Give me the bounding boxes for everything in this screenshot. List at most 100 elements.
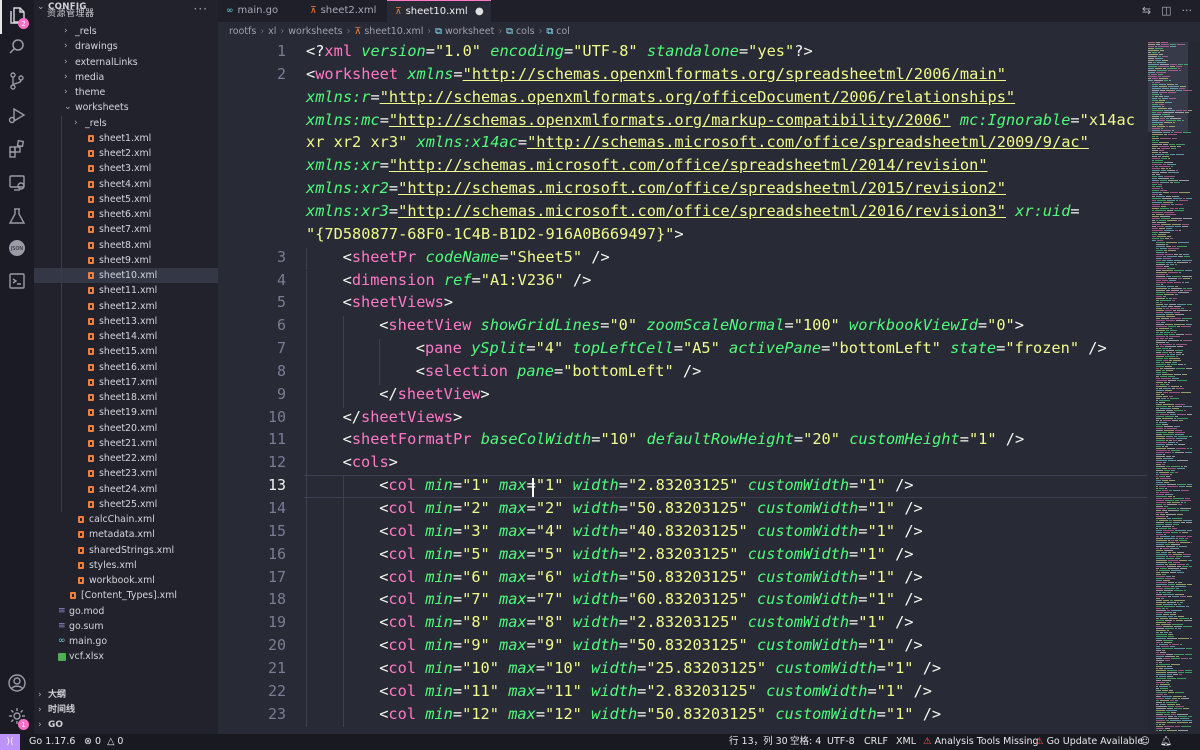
folder-item[interactable]: › drawings bbox=[34, 39, 218, 54]
xml-string-token: "1" bbox=[885, 704, 914, 723]
activity-search-icon[interactable] bbox=[0, 32, 34, 66]
activity-terminal-icon[interactable] bbox=[0, 266, 34, 300]
code-editor[interactable]: 1 <?xml version="1.0" encoding="UTF-8" st… bbox=[218, 42, 1148, 734]
tab-main-go[interactable]: ∞ main.go bbox=[218, 0, 302, 22]
feedback-icon[interactable]: ☺ bbox=[1140, 734, 1150, 750]
minimap[interactable] bbox=[1148, 42, 1200, 734]
minimap-line bbox=[1162, 724, 1165, 725]
folder-item[interactable]: › _rels bbox=[34, 24, 218, 39]
xml-string-token: "10" bbox=[545, 658, 582, 677]
folder-item[interactable]: › externalLinks bbox=[34, 55, 218, 70]
minimap-line bbox=[1173, 554, 1182, 555]
xml-string-token[interactable]: "http://schemas.openxmlformats.org/sprea… bbox=[463, 65, 1006, 83]
xml-punctuation-token bbox=[490, 590, 499, 608]
xml-punctuation-token bbox=[563, 636, 572, 654]
xml-string-token[interactable]: "http://schemas.microsoft.com/office/spr… bbox=[398, 179, 1006, 197]
xml-tag-token: sheetView bbox=[388, 316, 472, 335]
activity-testing-icon[interactable] bbox=[0, 201, 34, 235]
breadcrumb-item[interactable]: rootfs bbox=[229, 26, 256, 37]
activity-remote-explorer-icon[interactable] bbox=[0, 168, 34, 202]
minimap-line bbox=[1152, 78, 1158, 79]
encoding[interactable]: UTF-8 bbox=[827, 734, 855, 750]
activity-json-icon[interactable]: JSON bbox=[0, 233, 34, 267]
file-item[interactable]: metadata.xml bbox=[34, 527, 218, 542]
file-item[interactable]: vcf.xlsx bbox=[34, 649, 218, 664]
analysis-tools-item[interactable]: ⚠ Analysis Tools Missing bbox=[923, 734, 1039, 750]
xml-string-token[interactable]: "http://schemas.microsoft.com/office/spr… bbox=[398, 202, 1006, 220]
analysis-tools-label: Analysis Tools Missing bbox=[934, 736, 1039, 747]
activity-source-control-icon[interactable] bbox=[0, 66, 34, 100]
more-actions-icon[interactable]: ··· bbox=[1182, 4, 1193, 17]
file-item[interactable]: ∞ main.go bbox=[34, 634, 218, 649]
folder-item[interactable]: › media bbox=[34, 70, 218, 85]
xml-string-token: "yes" bbox=[748, 42, 795, 60]
sidebar-section[interactable]: › 时间线 bbox=[34, 703, 218, 718]
minimap-line bbox=[1181, 466, 1183, 467]
folder-item[interactable]: ⌄ worksheets bbox=[34, 100, 218, 115]
unsaved-dot-icon[interactable]: ● bbox=[475, 1, 484, 23]
activity-files-icon[interactable]: 2 bbox=[0, 0, 34, 34]
indent-guide bbox=[342, 636, 344, 659]
eol[interactable]: CRLF bbox=[864, 734, 888, 750]
breadcrumb-item[interactable]: col bbox=[556, 26, 570, 37]
file-item[interactable]: ≡ go.sum bbox=[34, 619, 218, 634]
editor-actions: ⇆ ◫ ··· bbox=[1142, 4, 1192, 17]
minimap-line bbox=[1176, 334, 1184, 335]
tree-item-label: sheet17.xml bbox=[99, 376, 158, 388]
minimap-line bbox=[1164, 116, 1174, 117]
minimap-line bbox=[1162, 608, 1165, 609]
minimap-line bbox=[1156, 386, 1167, 387]
minimap-line bbox=[1152, 166, 1154, 167]
breadcrumb-item[interactable]: worksheets bbox=[288, 26, 342, 37]
activity-account-icon[interactable] bbox=[0, 668, 34, 702]
xml-string-token[interactable]: "http://schemas.openxmlformats.org/marku… bbox=[389, 111, 951, 129]
indentation[interactable]: 空格: 4 bbox=[790, 734, 821, 750]
sidebar-section[interactable]: › 大纲 bbox=[34, 688, 218, 703]
file-item[interactable]: ≡ go.mod bbox=[34, 604, 218, 619]
explorer-root-folder[interactable]: ⌄ CONFIG bbox=[34, 0, 218, 15]
minimap-line bbox=[1185, 334, 1192, 335]
problems-item[interactable]: ⊗ 0 △ 0 bbox=[84, 734, 123, 750]
breadcrumb-item[interactable]: cols bbox=[516, 26, 535, 37]
breadcrumb-item[interactable]: worksheet bbox=[445, 26, 494, 37]
breadcrumb-item[interactable]: sheet10.xml bbox=[364, 26, 423, 37]
activity-extensions-icon[interactable] bbox=[0, 134, 34, 168]
cursor-position[interactable]: 行 13，列 30 bbox=[729, 734, 788, 750]
minimap-line bbox=[1176, 442, 1178, 443]
file-item[interactable]: [Content_Types].xml bbox=[34, 588, 218, 603]
xml-attribute-token: width bbox=[572, 544, 619, 563]
minimap-line bbox=[1161, 642, 1163, 643]
minimap-line bbox=[1162, 480, 1168, 481]
language-mode[interactable]: XML bbox=[896, 734, 916, 750]
go-update-item[interactable]: ⚠ Go Update Available bbox=[1035, 734, 1143, 750]
activity-run-debug-icon[interactable] bbox=[0, 100, 34, 134]
minimap-line bbox=[1166, 556, 1168, 557]
xml-string-token[interactable]: "http://schemas.openxmlformats.org/offic… bbox=[380, 88, 1015, 106]
minimap-line bbox=[1156, 670, 1166, 671]
minimap-line bbox=[1164, 426, 1173, 427]
folder-item[interactable]: › theme bbox=[34, 85, 218, 100]
breadcrumb-item[interactable]: xl bbox=[268, 26, 276, 37]
xml-string-token[interactable]: "http://schemas.microsoft.com/office/spr… bbox=[389, 156, 988, 174]
minimap-line bbox=[1175, 84, 1178, 85]
sidebar-sections: › 大纲 › 时间线 › GO bbox=[34, 688, 218, 733]
activity-settings-gear-icon[interactable]: 1 bbox=[0, 701, 34, 735]
notifications-bell-icon[interactable]: 🔔︎ bbox=[1160, 734, 1172, 750]
tab-sheet10-xml[interactable]: ⊼ sheet10.xml ● bbox=[387, 0, 491, 22]
file-item[interactable]: sharedStrings.xml bbox=[34, 543, 218, 558]
file-item[interactable]: workbook.xml bbox=[34, 573, 218, 588]
file-item[interactable]: styles.xml bbox=[34, 558, 218, 573]
go-version-item[interactable]: Go 1.17.6 bbox=[29, 734, 75, 750]
minimap-line bbox=[1152, 108, 1157, 109]
xml-string-token[interactable]: "http://schemas.microsoft.com/office/spr… bbox=[527, 133, 1089, 151]
xml-string-token: "{7D580877-68F0-1C4B-B1D2-916A0B669497}" bbox=[306, 224, 675, 243]
file-item[interactable]: calcChain.xml bbox=[34, 512, 218, 527]
minimap-line bbox=[1164, 110, 1175, 111]
xml-punctuation-token bbox=[766, 705, 775, 723]
tab-sheet2-xml[interactable]: ⊼ sheet2.xml bbox=[302, 0, 387, 22]
compare-icon[interactable]: ⇆ bbox=[1142, 4, 1151, 17]
minimap-line bbox=[1160, 420, 1162, 421]
sidebar-section[interactable]: › GO bbox=[34, 718, 218, 733]
remote-indicator-icon[interactable]: ⟩⟨ bbox=[0, 734, 20, 750]
split-editor-icon[interactable]: ◫ bbox=[1161, 4, 1171, 17]
